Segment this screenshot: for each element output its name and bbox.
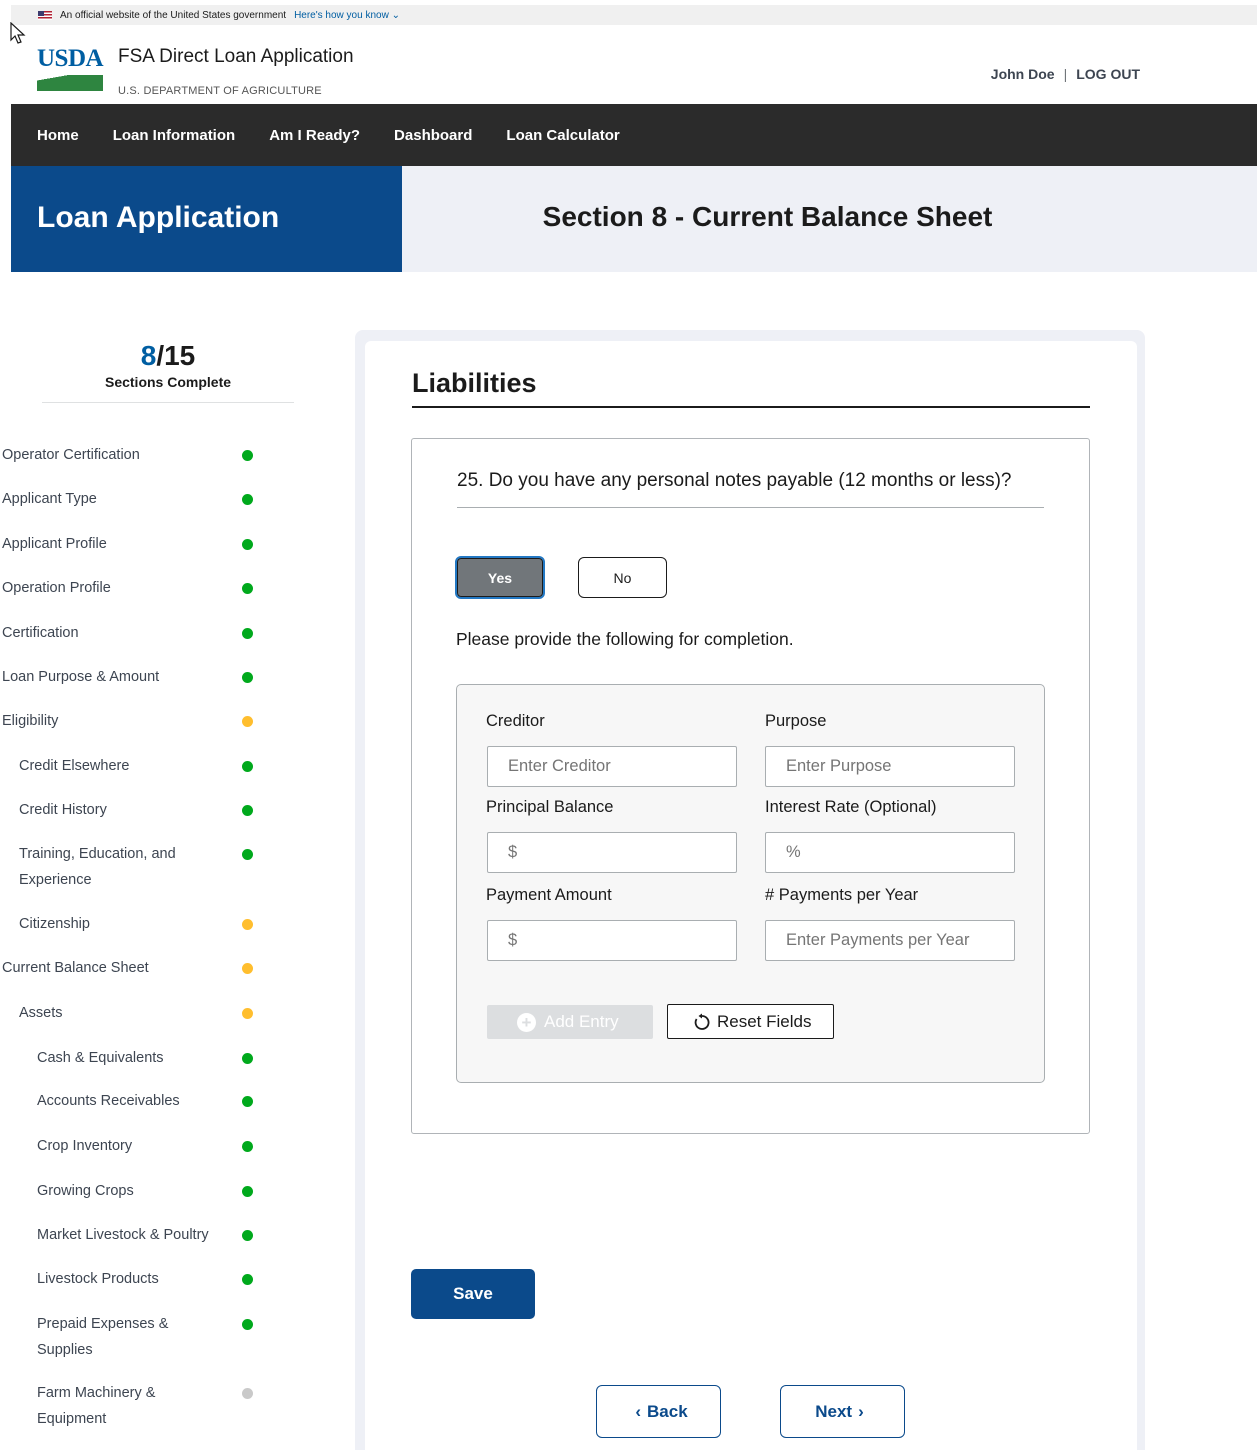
creditor-label: Creditor: [486, 712, 545, 730]
sidebar-item-certification[interactable]: Certification: [2, 620, 253, 646]
nav-am-i-ready[interactable]: Am I Ready?: [269, 127, 360, 144]
yes-button[interactable]: Yes: [455, 556, 545, 599]
principal-balance-label: Principal Balance: [486, 798, 614, 816]
usda-logo[interactable]: USDA: [37, 45, 104, 93]
status-complete-icon: [242, 1096, 253, 1107]
back-button[interactable]: ‹ Back: [596, 1385, 721, 1438]
gov-banner-link[interactable]: Here's how you know ⌄: [294, 10, 400, 21]
status-in-progress-icon: [242, 963, 253, 974]
instructions-text: Please provide the following for complet…: [456, 629, 794, 649]
no-button[interactable]: No: [578, 557, 667, 598]
plus-circle-icon: +: [517, 1013, 536, 1032]
department-name: U.S. DEPARTMENT OF AGRICULTURE: [118, 85, 322, 97]
section-title: Section 8 - Current Balance Sheet: [402, 166, 1257, 272]
sidebar-item-farm-machinery-equipment[interactable]: Farm Machinery & Equipment: [2, 1380, 253, 1432]
gov-banner-text: An official website of the United States…: [60, 9, 287, 21]
us-flag-icon: [38, 10, 52, 20]
user-separator: |: [1063, 66, 1068, 82]
next-button[interactable]: Next ›: [780, 1385, 905, 1438]
app-title: FSA Direct Loan Application: [118, 46, 354, 67]
sidebar-item-training-education-experience[interactable]: Training, Education, and Experience: [2, 841, 253, 893]
purpose-label: Purpose: [765, 712, 827, 730]
sidebar-item-prepaid-expenses-supplies[interactable]: Prepaid Expenses & Supplies: [2, 1311, 253, 1363]
progress-current: 8: [140, 340, 157, 371]
status-complete-icon: [242, 494, 253, 505]
sidebar-item-cash-equivalents[interactable]: Cash & Equivalents: [2, 1045, 253, 1071]
chevron-left-icon: ‹: [635, 1401, 642, 1421]
question-divider: [457, 507, 1044, 508]
sidebar: 8/15 Sections Complete: [42, 340, 302, 403]
heading-divider: [412, 406, 1090, 408]
nav-loan-information[interactable]: Loan Information: [113, 127, 236, 144]
sidebar-item-accounts-receivables[interactable]: Accounts Receivables: [2, 1088, 253, 1114]
purpose-input[interactable]: Enter Purpose: [765, 746, 1015, 787]
nav-dashboard[interactable]: Dashboard: [394, 127, 472, 144]
user-name[interactable]: John Doe: [991, 66, 1055, 82]
sidebar-item-citizenship[interactable]: Citizenship: [2, 911, 253, 937]
nav-home[interactable]: Home: [37, 127, 79, 144]
sidebar-item-applicant-type[interactable]: Applicant Type: [2, 486, 253, 512]
principal-balance-input[interactable]: $: [487, 832, 737, 873]
status-complete-icon: [242, 628, 253, 639]
reset-icon: [694, 1013, 710, 1030]
status-complete-icon: [242, 539, 253, 550]
main-nav: Home Loan Information Am I Ready? Dashbo…: [11, 104, 1257, 166]
chevron-right-icon: ›: [858, 1401, 864, 1421]
sidebar-item-current-balance-sheet[interactable]: Current Balance Sheet: [2, 955, 253, 981]
progress-label: Sections Complete: [104, 374, 232, 390]
status-not-started-icon: [242, 1388, 253, 1399]
status-in-progress-icon: [242, 919, 253, 930]
status-complete-icon: [242, 1141, 253, 1152]
creditor-input[interactable]: Enter Creditor: [487, 746, 737, 787]
status-complete-icon: [242, 761, 253, 772]
user-area: John Doe | LOG OUT: [991, 66, 1140, 82]
status-in-progress-icon: [242, 716, 253, 727]
status-complete-icon: [242, 450, 253, 461]
site-header: USDA FSA Direct Loan Application U.S. DE…: [11, 26, 1257, 104]
logout-link[interactable]: LOG OUT: [1076, 66, 1140, 82]
nav-loan-calculator[interactable]: Loan Calculator: [506, 127, 619, 144]
status-complete-icon: [242, 849, 253, 860]
interest-rate-label: Interest Rate (Optional): [765, 798, 937, 816]
sidebar-item-applicant-profile[interactable]: Applicant Profile: [2, 531, 253, 557]
sidebar-item-eligibility[interactable]: Eligibility: [2, 708, 253, 734]
status-complete-icon: [242, 672, 253, 683]
sidebar-item-crop-inventory[interactable]: Crop Inventory: [2, 1133, 253, 1159]
usda-field-graphic: [37, 75, 103, 91]
sidebar-item-operation-profile[interactable]: Operation Profile: [2, 575, 253, 601]
sidebar-item-credit-elsewhere[interactable]: Credit Elsewhere: [2, 753, 253, 779]
liabilities-heading: Liabilities: [412, 368, 537, 398]
interest-rate-input[interactable]: %: [765, 832, 1015, 873]
payments-per-year-input[interactable]: Enter Payments per Year: [765, 920, 1015, 961]
status-complete-icon: [242, 1319, 253, 1330]
sidebar-item-loan-purpose-amount[interactable]: Loan Purpose & Amount: [2, 664, 253, 690]
reset-fields-button[interactable]: Reset Fields: [667, 1004, 834, 1039]
status-complete-icon: [242, 1186, 253, 1197]
payment-amount-label: Payment Amount: [486, 886, 612, 904]
gov-banner: An official website of the United States…: [11, 5, 1257, 25]
save-button[interactable]: Save: [411, 1269, 535, 1319]
sidebar-item-market-livestock-poultry[interactable]: Market Livestock & Poultry: [2, 1222, 253, 1248]
sidebar-item-assets[interactable]: Assets: [2, 1000, 253, 1026]
add-entry-button[interactable]: + Add Entry: [487, 1005, 653, 1039]
question-text: 25. Do you have any personal notes payab…: [457, 470, 1012, 491]
progress-total: /15: [156, 340, 196, 371]
status-complete-icon: [242, 1274, 253, 1285]
sidebar-item-operator-certification[interactable]: Operator Certification: [2, 442, 253, 468]
status-complete-icon: [242, 1053, 253, 1064]
status-in-progress-icon: [242, 1008, 253, 1019]
payment-amount-input[interactable]: $: [487, 920, 737, 961]
sidebar-item-livestock-products[interactable]: Livestock Products: [2, 1266, 253, 1292]
progress-summary: 8/15 Sections Complete: [42, 340, 294, 403]
status-complete-icon: [242, 583, 253, 594]
sidebar-item-credit-history[interactable]: Credit History: [2, 797, 253, 823]
sidebar-item-growing-crops[interactable]: Growing Crops: [2, 1178, 253, 1204]
page-title: Loan Application: [11, 166, 402, 272]
status-complete-icon: [242, 805, 253, 816]
status-complete-icon: [242, 1230, 253, 1241]
payments-per-year-label: # Payments per Year: [765, 886, 919, 904]
